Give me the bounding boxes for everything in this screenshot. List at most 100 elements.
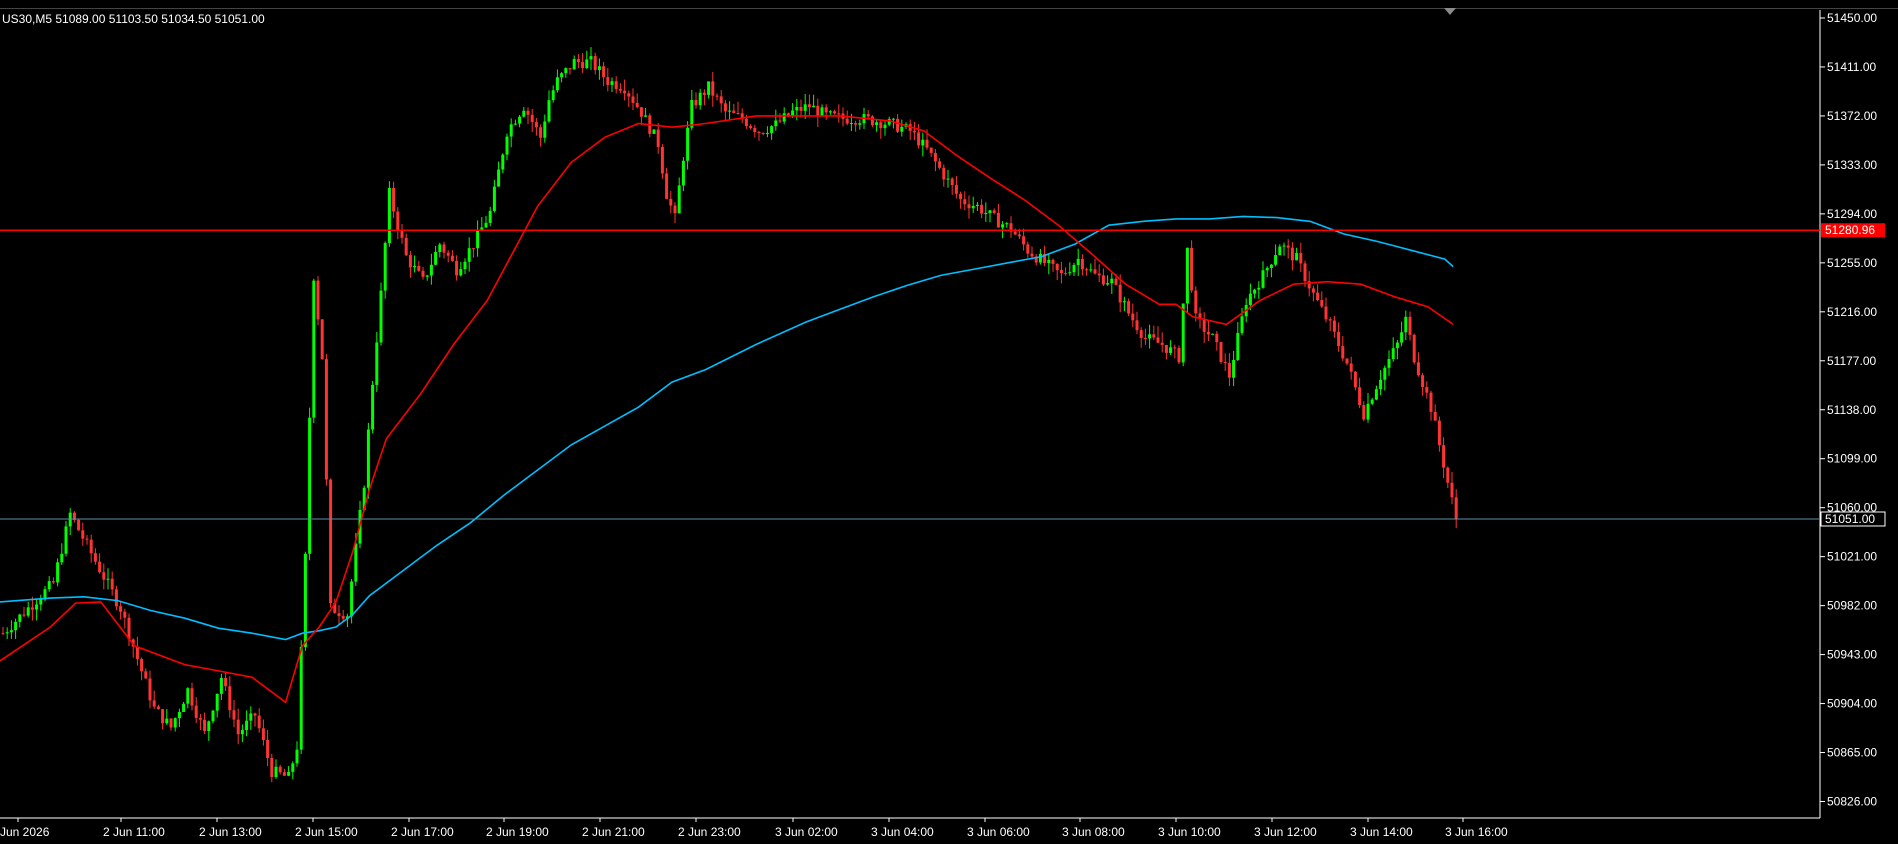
candle-body	[379, 290, 383, 343]
candle-body	[715, 95, 719, 97]
candle-body	[106, 578, 110, 580]
price-chart[interactable]: 51450.00 51411.00 51372.00 51333.00 51294.00…	[0, 0, 1898, 844]
candle-body	[1433, 411, 1437, 421]
level-price-tag-text: 51280.96	[1825, 223, 1875, 237]
candle-body	[1290, 247, 1294, 261]
candle-body	[854, 123, 858, 125]
bid-price-tag-text: 51051.00	[1825, 512, 1875, 526]
candle-body	[992, 210, 996, 213]
moving-average-lines	[0, 115, 1454, 704]
candle-body	[698, 92, 702, 106]
candle-body	[182, 703, 186, 712]
candle-body	[1454, 497, 1458, 520]
candle-body	[530, 114, 534, 123]
candle-body	[173, 718, 177, 728]
candle-body	[1160, 342, 1164, 345]
candle-body	[232, 710, 236, 720]
candle-body	[245, 720, 249, 731]
candle-body	[782, 113, 786, 122]
time-tick-label: 3 Jun 04:00	[871, 825, 934, 839]
price-tick-label: 51255.00	[1827, 256, 1877, 270]
candle-body	[723, 103, 727, 112]
candle-body	[513, 123, 517, 125]
candle-body	[434, 251, 438, 265]
candle-body	[988, 210, 992, 213]
candle-body	[484, 222, 488, 228]
candle-body	[870, 116, 874, 126]
candle-body	[749, 125, 753, 128]
candle-body	[837, 113, 841, 115]
candle-body	[135, 646, 139, 659]
candle-body	[891, 118, 895, 120]
price-tick-label: 50826.00	[1827, 795, 1877, 809]
candle-body	[463, 261, 467, 270]
candle-body	[1173, 347, 1177, 349]
candle-body	[68, 512, 72, 527]
ma-slow-line	[0, 215, 1454, 641]
candle-body	[711, 81, 715, 96]
candle-body	[1190, 247, 1194, 291]
candle-body	[1374, 389, 1378, 400]
candle-body	[371, 384, 375, 430]
candle-body	[1038, 253, 1042, 263]
level-price-tag: 51280.96	[1821, 223, 1885, 238]
candle-body	[673, 205, 677, 214]
candle-body	[1127, 301, 1131, 314]
candle-body	[1047, 259, 1051, 264]
candle-body	[1131, 313, 1135, 321]
candle-body	[1206, 331, 1210, 335]
candle-body	[728, 110, 732, 112]
candle-body	[1093, 269, 1097, 274]
candle-body	[295, 749, 299, 764]
candle-body	[459, 269, 463, 276]
time-axis[interactable]: Jun 2026 2 Jun 11:00 2 Jun 13:00 2 Jun 15:0…	[0, 818, 1508, 839]
candle-body	[807, 104, 811, 108]
candle-body	[845, 118, 849, 124]
candle-body	[660, 146, 664, 174]
candle-body	[1026, 244, 1030, 254]
candle-body	[732, 110, 736, 113]
candle-body	[1400, 332, 1404, 343]
candle-body	[975, 204, 979, 206]
candle-body	[585, 59, 589, 69]
candle-body	[1001, 224, 1005, 228]
candle-body	[1404, 316, 1408, 333]
candle-body	[1219, 342, 1223, 362]
candle-body	[791, 110, 795, 116]
candle-body	[883, 124, 887, 129]
time-tick-label: 2 Jun 17:00	[391, 825, 454, 839]
candle-body	[324, 359, 328, 480]
candle-body	[312, 280, 316, 418]
ma-fast-line	[0, 115, 1454, 704]
candle-body	[1311, 288, 1315, 293]
candle-body	[22, 614, 26, 616]
candle-body	[102, 572, 106, 580]
candle-body	[954, 185, 958, 194]
candle-body	[959, 193, 963, 200]
chart-window[interactable]: US30,M5 51089.00 51103.50 51034.50 51051…	[0, 0, 1898, 844]
candle-body	[547, 100, 551, 122]
price-axis[interactable]: 51450.00 51411.00 51372.00 51333.00 51294.00…	[1820, 11, 1886, 809]
candle-body	[656, 129, 660, 147]
candle-body	[812, 105, 816, 108]
candle-body	[1181, 303, 1185, 363]
candle-body	[1135, 320, 1139, 331]
candle-body	[1450, 482, 1454, 498]
candle-body	[421, 270, 425, 277]
candle-body	[299, 646, 303, 750]
candle-body	[576, 59, 580, 62]
chart-shift-triangle	[1444, 8, 1456, 15]
candle-body	[39, 599, 43, 605]
candle-body	[1337, 331, 1341, 347]
candle-body	[1101, 275, 1105, 285]
candle-body	[858, 123, 862, 125]
candle-body	[778, 120, 782, 122]
candle-body	[207, 721, 211, 731]
candle-body	[354, 543, 358, 582]
candle-body	[946, 178, 950, 180]
candle-body	[85, 538, 89, 540]
candle-body	[329, 479, 333, 604]
time-tick-label: 2 Jun 15:00	[295, 825, 358, 839]
candle-body	[820, 107, 824, 116]
candle-body	[518, 116, 522, 124]
